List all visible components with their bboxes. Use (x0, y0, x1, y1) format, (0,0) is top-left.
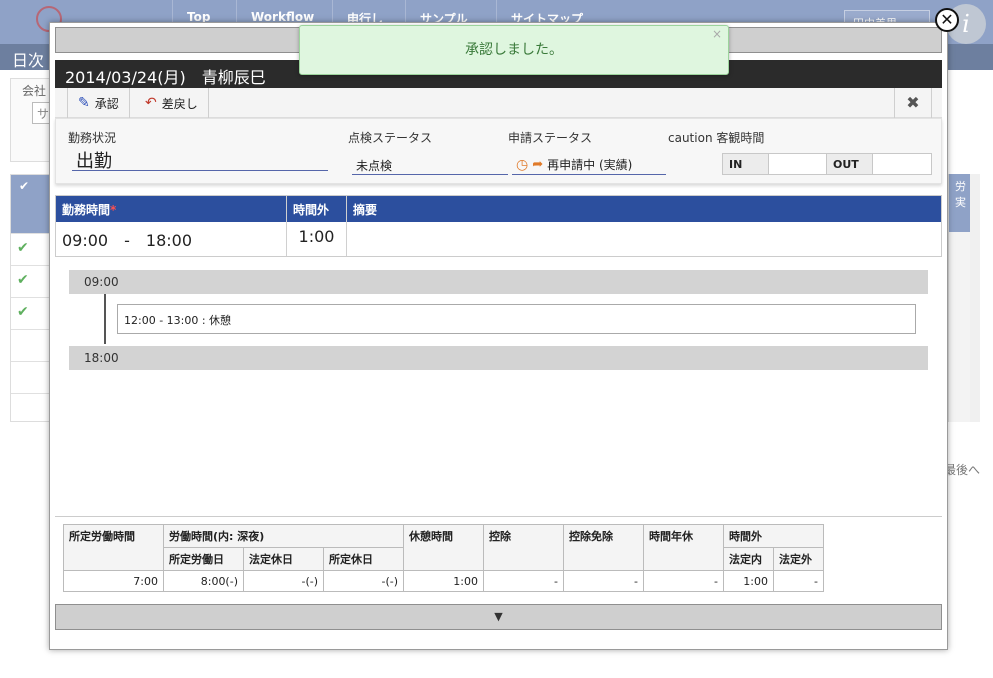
summary-header: 休憩時間 (403, 524, 484, 571)
table-header: ✔ (11, 175, 49, 233)
check-icon: ✔ (17, 272, 29, 288)
summary-header: 控除免除 (563, 524, 644, 571)
forward-arrow-icon: ➦ (532, 157, 544, 172)
work-time-table: 勤務時間* 時間外 摘要 09:00 - 18:00 1:00 (55, 195, 942, 257)
summary-cell: 1:00 (723, 570, 774, 592)
work-time-header: 勤務時間* 時間外 摘要 (56, 196, 941, 222)
expand-bar[interactable]: ▼ (55, 604, 942, 630)
caution-label: caution 客観時間 (668, 131, 765, 145)
table-row[interactable] (11, 329, 49, 361)
summary-row: 7:00 8:00(-) -(-) -(-) 1:00 - - - 1:00 - (63, 570, 824, 592)
company-label: 会社 (22, 84, 47, 98)
last-page-link[interactable]: 最後へ (944, 461, 980, 478)
table-row[interactable]: ✔ (11, 233, 49, 265)
approve-button[interactable]: ✎ 承認 (67, 88, 130, 118)
out-label: OUT (827, 154, 873, 174)
send-back-label: 差戻し (161, 96, 198, 111)
summary-cell: 8:00(-) (163, 570, 244, 592)
approve-pen-icon: ✎ (78, 95, 90, 111)
summary-header: 時間外 (723, 524, 824, 548)
send-back-button[interactable]: ↶ 差戻し (135, 88, 209, 118)
timeline-start: 09:00 (69, 270, 928, 294)
work-time-col-header: 勤務時間* (56, 196, 287, 222)
check-status-value: 未点検 (352, 153, 508, 175)
summary-subheader: 法定内 (723, 547, 774, 571)
summary-header: 労働時間(内: 深夜) (163, 524, 404, 548)
table-row[interactable] (11, 393, 49, 425)
out-value (873, 154, 931, 174)
summary-subheader: 法定外 (773, 547, 824, 571)
summary-header: 所定労働時間 (63, 524, 164, 571)
summary-cell: -(-) (323, 570, 404, 592)
summary-table: 所定労働時間 労働時間(内: 深夜) 休憩時間 控除 控除免除 時間年休 時間外… (63, 524, 824, 592)
dialog-close-icon[interactable]: ✕ (935, 8, 959, 32)
chevron-down-icon: ▼ (494, 610, 503, 623)
overtime-col-header: 時間外 (287, 196, 347, 222)
day-detail-dialog: 2014/03/24(月) 青柳辰巳 ✎ 承認 ↶ 差戻し ✖ 勤務状況 出勤 … (49, 22, 948, 650)
in-value (769, 154, 827, 174)
attendance-table: ✔ ✔ ✔ ✔ (10, 174, 50, 422)
break-block[interactable]: 12:00 - 13:00 : 休憩 (117, 304, 916, 334)
table-right-column: 労 実 (948, 174, 970, 422)
status-panel: 勤務状況 出勤 点検ステータス 未点検 申請ステータス ◷ ➦ 再申請中 (実績… (55, 118, 942, 184)
summary-subheader: 所定休日 (323, 547, 404, 571)
check-icon: ✔ (17, 304, 29, 320)
work-time-value[interactable]: 09:00 - 18:00 (56, 222, 287, 256)
summary-header: 控除 (483, 524, 564, 571)
summary-cell: - (483, 570, 564, 592)
timeline-line (104, 294, 106, 344)
timeline-body: 12:00 - 13:00 : 休憩 (69, 294, 928, 346)
success-toast: 承認しました。 × (299, 25, 729, 75)
check-status-label: 点検ステータス (348, 131, 433, 145)
table-row[interactable]: ✔ (11, 265, 49, 297)
dialog-toolbar: ✎ 承認 ↶ 差戻し ✖ (55, 88, 942, 118)
summary-cell: - (563, 570, 644, 592)
summary-cell: -(-) (243, 570, 324, 592)
timeline-end: 18:00 (69, 346, 928, 370)
summary-subheader: 法定休日 (243, 547, 324, 571)
toast-close-icon[interactable]: × (712, 10, 722, 58)
close-icon[interactable]: ✖ (894, 88, 932, 118)
table-right-header: 労 実 (949, 174, 970, 232)
request-status-label: 申請ステータス (508, 131, 593, 145)
work-time-row: 09:00 - 18:00 1:00 (56, 222, 941, 256)
timeline: 09:00 12:00 - 13:00 : 休憩 18:00 (69, 270, 928, 370)
undo-arrow-icon: ↶ (145, 95, 157, 111)
check-icon: ✔ (17, 240, 29, 256)
summary-divider (55, 516, 942, 517)
work-status-value[interactable]: 出勤 (72, 147, 328, 172)
summary-cell: 1:00 (403, 570, 484, 592)
note-col-header: 摘要 (353, 203, 378, 217)
approve-label: 承認 (94, 96, 119, 111)
objective-time-fields: IN OUT (722, 153, 932, 175)
required-mark: * (110, 203, 117, 217)
summary-header: 時間年休 (643, 524, 724, 571)
request-status-value[interactable]: ◷ ➦ 再申請中 (実績) (512, 153, 666, 175)
work-status-label: 勤務状況 (68, 131, 117, 145)
note-value[interactable] (347, 222, 941, 256)
summary-subheader: 所定労働日 (163, 547, 244, 571)
summary-cell: 7:00 (63, 570, 164, 592)
check-all-icon[interactable]: ✔ (19, 179, 29, 193)
clock-icon: ◷ (516, 156, 529, 173)
request-status-text: 再申請中 (実績) (547, 158, 633, 172)
in-label: IN (723, 154, 769, 174)
table-row[interactable] (11, 361, 49, 393)
toast-message: 承認しました。 (465, 42, 563, 58)
table-row[interactable]: ✔ (11, 297, 49, 329)
overtime-value: 1:00 (287, 222, 347, 256)
summary-cell: - (643, 570, 724, 592)
summary-cell: - (773, 570, 824, 592)
table-scrollbar[interactable] (970, 174, 980, 422)
